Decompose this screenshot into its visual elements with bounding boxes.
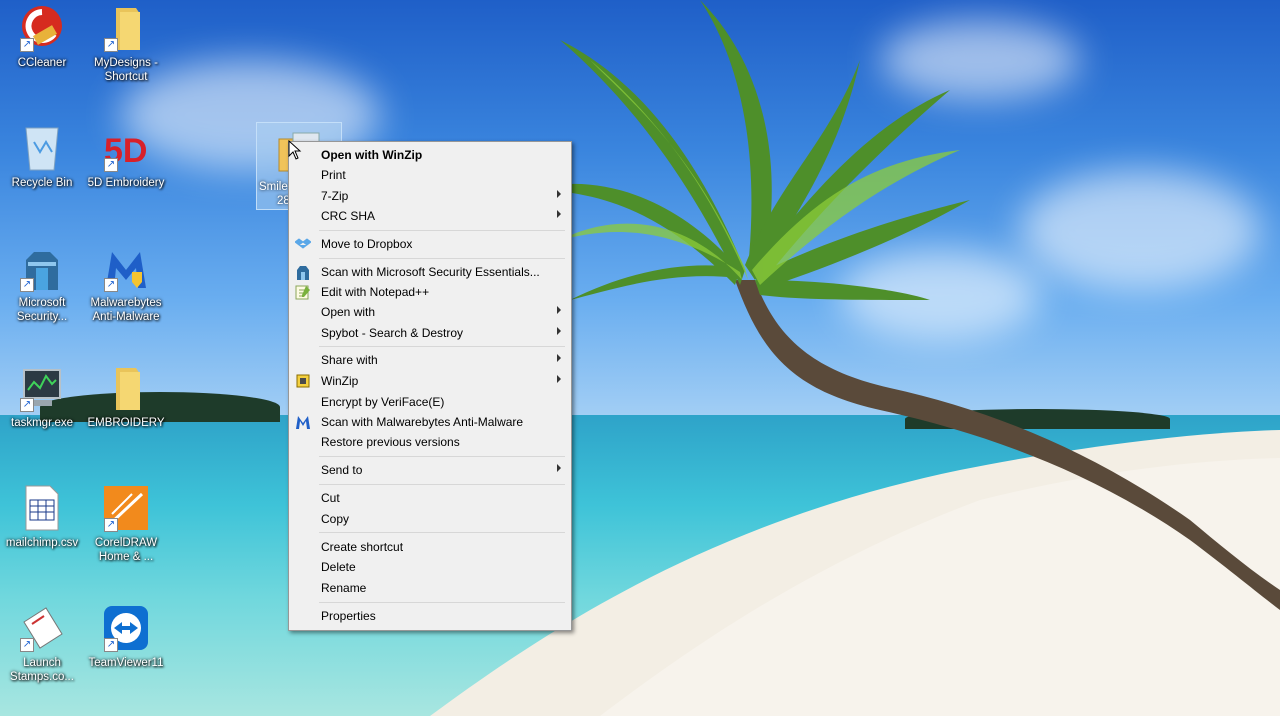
menu-item-open-with-winzip[interactable]: Open with WinZip — [291, 145, 569, 165]
menu-item-spybot[interactable]: Spybot - Search & Destroy — [291, 323, 569, 343]
desktop-icon-label: CorelDRAW Home & ... — [94, 537, 158, 563]
desktop-icon-label: 5D Embroidery — [87, 177, 165, 189]
desktop-icon-ccleaner[interactable]: ↗ CCleaner — [0, 4, 84, 70]
security-essentials-icon — [295, 264, 311, 280]
desktop-icon-label: Malwarebytes Anti-Malware — [90, 297, 162, 323]
menu-item-print[interactable]: Print — [291, 165, 569, 185]
desktop-icon-teamviewer[interactable]: ↗ TeamViewer11 — [84, 604, 168, 670]
menu-item-scan-malwarebytes[interactable]: Scan with Malwarebytes Anti-Malware — [291, 412, 569, 432]
submenu-arrow-icon — [557, 375, 561, 383]
csv-file-icon — [18, 484, 66, 532]
coreldraw-icon: ↗ — [102, 484, 150, 532]
menu-separator — [319, 602, 565, 603]
desktop-icon-coreldraw[interactable]: ↗ CorelDRAW Home & ... — [84, 484, 168, 564]
desktop-icon-label: Launch Stamps.co... — [10, 657, 74, 683]
task-manager-icon: ↗ — [18, 364, 66, 412]
desktop-icon-5d-embroidery[interactable]: 5D ↗ 5D Embroidery — [84, 124, 168, 190]
submenu-arrow-icon — [557, 190, 561, 198]
menu-item-share-with[interactable]: Share with — [291, 350, 569, 370]
menu-item-delete[interactable]: Delete — [291, 557, 569, 577]
submenu-arrow-icon — [557, 464, 561, 472]
selected-file-label: Smile — [259, 181, 288, 193]
menu-item-rename[interactable]: Rename — [291, 578, 569, 598]
folder-icon: ↗ — [102, 4, 150, 52]
desktop-icon-label: mailchimp.csv — [5, 537, 79, 549]
stamps-icon: ↗ — [18, 604, 66, 652]
menu-item-properties[interactable]: Properties — [291, 606, 569, 626]
microsoft-security-icon: ↗ — [18, 244, 66, 292]
teamviewer-icon: ↗ — [102, 604, 150, 652]
desktop-wallpaper — [0, 0, 1280, 716]
submenu-arrow-icon — [557, 306, 561, 314]
menu-item-7-zip[interactable]: 7-Zip — [291, 186, 569, 206]
winzip-icon — [295, 373, 311, 389]
desktop-icon-taskmgr[interactable]: ↗ taskmgr.exe — [0, 364, 84, 430]
recycle-bin-icon — [18, 124, 66, 172]
menu-item-scan-security-essentials[interactable]: Scan with Microsoft Security Essentials.… — [291, 262, 569, 282]
menu-item-create-shortcut[interactable]: Create shortcut — [291, 537, 569, 557]
menu-item-move-to-dropbox[interactable]: Move to Dropbox — [291, 234, 569, 254]
desktop-icon-stamps[interactable]: ↗ Launch Stamps.co... — [0, 604, 84, 684]
desktop-icon-label: CCleaner — [17, 57, 67, 69]
submenu-arrow-icon — [557, 327, 561, 335]
menu-separator — [319, 230, 565, 231]
menu-separator — [319, 484, 565, 485]
desktop-icon-label: Recycle Bin — [11, 177, 73, 189]
desktop-icon-mydesigns[interactable]: ↗ MyDesigns - Shortcut — [84, 4, 168, 84]
desktop-icon-microsoft-security[interactable]: ↗ Microsoft Security... — [0, 244, 84, 324]
menu-item-encrypt-veriface[interactable]: Encrypt by VeriFace(E) — [291, 392, 569, 412]
malwarebytes-icon — [295, 414, 311, 430]
desktop-icon-label: MyDesigns - Shortcut — [94, 57, 158, 83]
menu-item-edit-notepad-plus-plus[interactable]: Edit with Notepad++ — [291, 282, 569, 302]
dropbox-icon — [294, 236, 312, 252]
desktop-icon-embroidery[interactable]: EMBROIDERY — [84, 364, 168, 430]
submenu-arrow-icon — [557, 210, 561, 218]
desktop-icon-label: Microsoft Security... — [16, 297, 68, 323]
menu-item-restore-previous-versions[interactable]: Restore previous versions — [291, 432, 569, 452]
ccleaner-icon: ↗ — [18, 4, 66, 52]
desktop-icon-mailchimp[interactable]: mailchimp.csv — [0, 484, 84, 550]
menu-separator — [319, 346, 565, 347]
submenu-arrow-icon — [557, 354, 561, 362]
desktop-icon-label: taskmgr.exe — [11, 417, 73, 429]
desktop-icon-recycle-bin[interactable]: Recycle Bin — [0, 124, 84, 190]
desktop-icon-malwarebytes[interactable]: ↗ Malwarebytes Anti-Malware — [84, 244, 168, 324]
notepad-plus-plus-icon — [295, 284, 311, 300]
mouse-pointer-icon — [288, 140, 302, 160]
menu-item-winzip[interactable]: WinZip — [291, 371, 569, 391]
folder-icon — [102, 364, 150, 412]
desktop-icon-label: EMBROIDERY — [87, 417, 165, 429]
menu-item-send-to[interactable]: Send to — [291, 460, 569, 480]
wallpaper-beach — [430, 0, 1280, 716]
menu-item-crc-sha[interactable]: CRC SHA — [291, 206, 569, 226]
5d-embroidery-icon: 5D ↗ — [104, 132, 148, 172]
menu-item-open-with[interactable]: Open with — [291, 302, 569, 322]
menu-separator — [319, 532, 565, 533]
malwarebytes-icon: ↗ — [102, 244, 150, 292]
context-menu: Open with WinZip Print 7-Zip CRC SHA Mov… — [288, 141, 572, 631]
desktop-icon-label: TeamViewer11 — [88, 657, 164, 669]
menu-separator — [319, 258, 565, 259]
menu-separator — [319, 456, 565, 457]
menu-item-copy[interactable]: Copy — [291, 509, 569, 529]
menu-item-cut[interactable]: Cut — [291, 488, 569, 508]
